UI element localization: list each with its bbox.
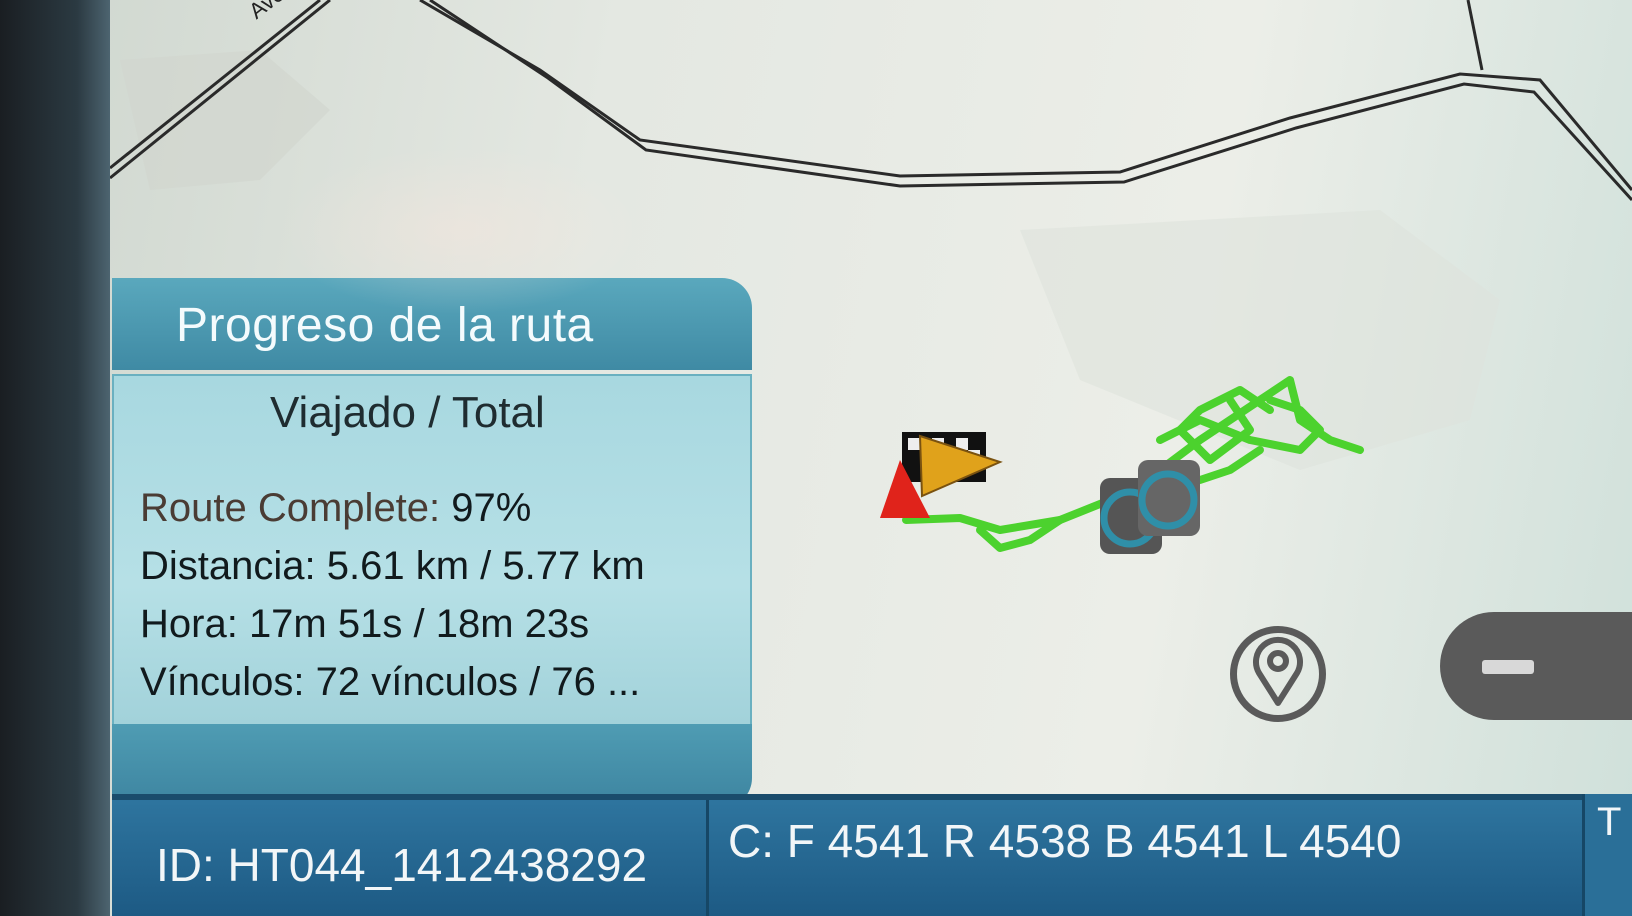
panel-body: Viajado / Total Route Complete: 97% Dist… xyxy=(112,374,752,726)
map-area-shape xyxy=(1020,210,1500,470)
vehicle-cluster-icon xyxy=(1100,460,1200,554)
road-network xyxy=(109,0,1632,202)
links-value: 72 vínculos / 76 ... xyxy=(315,660,641,704)
device-id: ID: HT044_1412438292 xyxy=(156,839,648,891)
zoom-out-button[interactable] xyxy=(1440,612,1632,720)
time-row: Hora: 17m 51s / 18m 23s xyxy=(140,602,589,647)
route-complete-value: 97% xyxy=(451,486,532,530)
column-header: Viajado / Total xyxy=(270,388,545,437)
route-progress-panel: Progreso de la ruta Viajado / Total Rout… xyxy=(112,278,756,808)
map-area-shape xyxy=(120,50,330,190)
location-pin-icon xyxy=(1253,636,1303,706)
map-screen[interactable]: Aven Progreso de la ruta Viajado / Total… xyxy=(0,0,1632,916)
time-label: Hora: xyxy=(140,602,238,646)
panel-header: Progreso de la ruta xyxy=(112,278,752,370)
zoom-out-icon xyxy=(1482,660,1534,674)
route-complete-row: Route Complete: 97% xyxy=(140,486,531,531)
location-button[interactable] xyxy=(1230,626,1326,722)
status-edge-tab[interactable]: T xyxy=(1582,794,1632,916)
links-label: Vínculos: xyxy=(140,660,305,704)
status-edge-label: T xyxy=(1597,800,1622,844)
device-bezel xyxy=(0,0,110,916)
status-divider xyxy=(706,800,709,916)
counter-readout: C: F 4541 R 4538 B 4541 L 4540 xyxy=(728,815,1402,867)
distance-row: Distancia: 5.61 km / 5.77 km xyxy=(140,544,645,589)
status-bar-border xyxy=(112,794,1632,800)
time-value: 17m 51s / 18m 23s xyxy=(248,602,590,646)
distance-label: Distancia: xyxy=(140,544,316,588)
status-bar: ID: HT044_1412438292 C: F 4541 R 4538 B … xyxy=(112,794,1632,916)
links-row: Vínculos: 72 vínculos / 76 ... xyxy=(140,660,640,705)
panel-title: Progreso de la ruta xyxy=(176,299,594,352)
route-complete-label: Route Complete: xyxy=(140,486,441,530)
distance-value: 5.61 km / 5.77 km xyxy=(326,544,645,588)
